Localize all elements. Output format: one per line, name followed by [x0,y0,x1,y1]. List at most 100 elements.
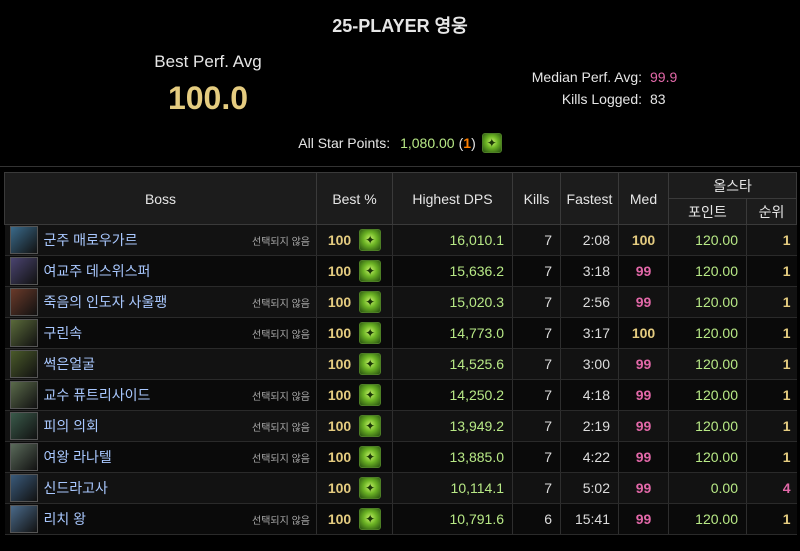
table-row[interactable]: 여교주 데스위스퍼 100 ✦ 15,636.2 7 3:18 99 120.0… [4,255,797,287]
median-percent: 99 [618,255,669,287]
allstar-points-cell: 120.00 [668,224,747,256]
col-boss[interactable]: Boss [4,172,317,225]
log-icon[interactable]: ✦ [359,477,382,499]
kills-label: Kills Logged: [561,91,642,107]
divider [0,166,800,167]
log-icon[interactable]: ✦ [359,291,382,313]
best-percent: 100 [327,449,352,465]
boss-note: 선택되지 않음 [252,391,310,403]
highest-dps: 10,791.6 [392,503,513,535]
table-row[interactable]: 구린속 선택되지 않음 100 ✦ 14,773.0 7 3:17 100 12… [4,317,797,349]
kills-count: 7 [512,348,561,380]
best-cell: 100 ✦ [316,379,393,411]
highest-dps: 14,250.2 [392,379,513,411]
boss-name-link[interactable]: 여왕 라나텔 [44,447,253,467]
table-row[interactable]: 죽음의 인도자 사울팽 선택되지 않음 100 ✦ 15,020.3 7 2:5… [4,286,797,318]
median-percent: 99 [618,472,669,504]
boss-cell: 군주 매로우가르 선택되지 않음 [4,224,317,256]
col-dps[interactable]: Highest DPS [392,172,513,225]
log-icon[interactable]: ✦ [359,322,382,344]
fastest-time: 4:22 [560,441,619,473]
boss-name-link[interactable]: 리치 왕 [44,509,253,529]
log-icon[interactable]: ✦ [359,260,382,282]
boss-name-link[interactable]: 죽음의 인도자 사울팽 [44,292,253,312]
allstar-rank-cell: 1 [746,441,797,473]
col-kills[interactable]: Kills [512,172,561,225]
table-row[interactable]: 리치 왕 선택되지 않음 100 ✦ 10,791.6 6 15:41 99 1… [4,503,797,535]
best-cell: 100 ✦ [316,286,393,318]
allstar-rank-cell: 1 [746,224,797,256]
boss-note: 선택되지 않음 [252,422,310,434]
log-icon[interactable]: ✦ [359,353,382,375]
boss-name-link[interactable]: 피의 의회 [44,416,253,436]
median-value: 99.9 [650,69,678,85]
log-icon[interactable]: ✦ [359,229,382,251]
fastest-time: 2:19 [560,410,619,442]
boss-portrait-icon [9,288,38,316]
best-perf-label: Best Perf. Avg [154,52,262,71]
median-label: Median Perf. Avg: [531,69,642,85]
boss-cell: 여왕 라나텔 선택되지 않음 [4,441,317,473]
boss-name-link[interactable]: 구린속 [44,323,253,343]
table-row[interactable]: 썩은얼굴 100 ✦ 14,525.6 7 3:00 99 120.00 1 [4,348,797,380]
allstar-points-cell: 120.00 [668,286,747,318]
fastest-time: 5:02 [560,472,619,504]
fastest-time: 4:18 [560,379,619,411]
highest-dps: 13,885.0 [392,441,513,473]
log-icon[interactable]: ✦ [359,446,382,468]
highest-dps: 16,010.1 [392,224,513,256]
boss-note: 선택되지 않음 [252,298,310,310]
boss-name-link[interactable]: 썩은얼굴 [44,354,311,374]
best-cell: 100 ✦ [316,472,393,504]
median-percent: 99 [618,348,669,380]
boss-rankings-table: Boss Best % Highest DPS Kills Fastest Me… [4,172,798,535]
best-cell: 100 ✦ [316,317,393,349]
table-row[interactable]: 신드라고사 100 ✦ 10,114.1 7 5:02 99 0.00 4 [4,472,797,504]
col-med[interactable]: Med [618,172,669,225]
boss-name-link[interactable]: 교수 퓨트리사이드 [44,385,253,405]
log-icon[interactable]: ✦ [359,415,382,437]
best-percent: 100 [327,356,352,372]
best-percent: 100 [327,325,352,341]
boss-portrait-icon [9,226,38,254]
boss-note: 선택되지 않음 [252,515,310,527]
log-icon[interactable]: ✦ [359,384,382,406]
col-rank[interactable]: 순위 [745,198,798,225]
boss-note: 선택되지 않음 [252,453,310,465]
boss-cell: 교수 퓨트리사이드 선택되지 않음 [4,379,317,411]
allstar-icon[interactable]: ✦ [481,133,502,153]
boss-name-link[interactable]: 신드라고사 [44,478,311,498]
median-percent: 99 [618,441,669,473]
allstar-rank-cell: 1 [746,286,797,318]
boss-portrait-icon [9,443,38,471]
boss-note: 선택되지 않음 [252,329,310,341]
boss-portrait-icon [9,319,38,347]
highest-dps: 14,525.6 [392,348,513,380]
kills-value: 83 [650,91,666,107]
best-cell: 100 ✦ [316,503,393,535]
col-fastest[interactable]: Fastest [560,172,619,225]
fastest-time: 3:17 [560,317,619,349]
boss-cell: 여교주 데스위스퍼 [4,255,317,287]
allstar-points: 1,080.00 [400,135,455,151]
boss-portrait-icon [9,474,38,502]
boss-name-link[interactable]: 여교주 데스위스퍼 [44,261,311,281]
kills-count: 7 [512,317,561,349]
table-row[interactable]: 피의 의회 선택되지 않음 100 ✦ 13,949.2 7 2:19 99 1… [4,410,797,442]
col-points[interactable]: 포인트 [668,198,747,225]
allstar-rank-cell: 1 [746,348,797,380]
table-row[interactable]: 여왕 라나텔 선택되지 않음 100 ✦ 13,885.0 7 4:22 99 … [4,441,797,473]
table-row[interactable]: 교수 퓨트리사이드 선택되지 않음 100 ✦ 14,250.2 7 4:18 … [4,379,797,411]
table-row[interactable]: 군주 매로우가르 선택되지 않음 100 ✦ 16,010.1 7 2:08 1… [4,224,797,256]
median-percent: 99 [618,379,669,411]
boss-name-link[interactable]: 군주 매로우가르 [44,230,253,250]
log-icon[interactable]: ✦ [359,508,382,530]
allstar-points-cell: 120.00 [668,503,747,535]
allstar-points-cell: 120.00 [668,317,747,349]
allstar-rank: 1 [463,135,472,151]
page-title: 25-PLAYER 영웅 [332,16,468,36]
allstar-rank-cell: 1 [746,255,797,287]
best-percent: 100 [327,294,352,310]
col-best[interactable]: Best % [316,172,393,225]
best-cell: 100 ✦ [316,348,393,380]
